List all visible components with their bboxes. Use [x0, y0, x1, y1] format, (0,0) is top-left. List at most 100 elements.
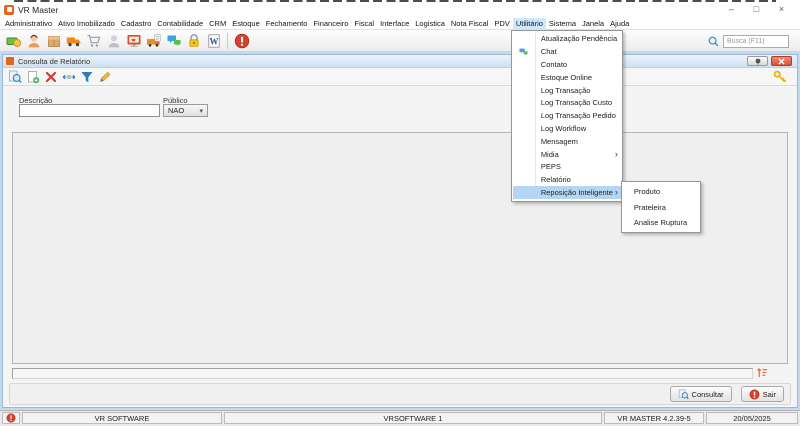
menu-item-log-workflow[interactable]: Log Workflow [513, 122, 621, 135]
chat-icon [518, 47, 529, 57]
permissions-button[interactable] [772, 69, 787, 84]
maximize-button[interactable]: □ [744, 3, 769, 16]
pos-cart-icon [126, 33, 142, 49]
menu-financeiro[interactable]: Financeiro [310, 18, 351, 29]
exit-icon [749, 389, 760, 400]
menu-estoque[interactable]: Estoque [229, 18, 263, 29]
exit-toolbar-button[interactable] [233, 33, 250, 50]
delete-record-button[interactable] [43, 69, 58, 84]
app-window: VR Master – □ × Administrativo Ativo Imo… [0, 0, 800, 426]
menu-sistema[interactable]: Sistema [546, 18, 579, 29]
menu-contabilidade[interactable]: Contabilidade [154, 18, 206, 29]
user-icon [106, 33, 122, 49]
menu-ativo-imobilizado[interactable]: Ativo Imobilizado [55, 18, 118, 29]
consultar-button[interactable]: Consultar [670, 386, 732, 402]
filter-icon [80, 70, 94, 84]
lock-icon [186, 33, 202, 49]
menu-interface[interactable]: Interface [377, 18, 412, 29]
status-store: VRSOFTWARE 1 [224, 412, 602, 424]
submenu-arrow-icon: › [615, 149, 618, 159]
menu-ajuda[interactable]: Ajuda [607, 18, 632, 29]
publico-select[interactable]: NAO ▾ [163, 104, 208, 117]
status-company: VR SOFTWARE [22, 412, 222, 424]
menu-item-log-transacao[interactable]: Log Transação [513, 84, 621, 97]
descricao-input[interactable] [19, 104, 160, 117]
edit-button[interactable] [97, 69, 112, 84]
purchase-toolbar-button[interactable] [85, 33, 102, 50]
new-record-button[interactable] [25, 69, 40, 84]
menu-item-log-transacao-custo[interactable]: Log Transação Custo [513, 96, 621, 109]
menu-item-log-transacao-pedido[interactable]: Log Transação Pedido [513, 109, 621, 122]
money-icon [6, 33, 22, 49]
minimize-button[interactable]: – [719, 3, 744, 16]
submenu-item-analise-ruptura[interactable]: Analise Ruptura [622, 215, 700, 230]
menu-administrativo[interactable]: Administrativo [2, 18, 55, 29]
menu-cadastro[interactable]: Cadastro [118, 18, 154, 29]
supplier-toolbar-button[interactable] [65, 33, 82, 50]
submenu-item-produto[interactable]: Produto [622, 184, 700, 199]
security-toolbar-button[interactable] [185, 33, 202, 50]
menu-crm[interactable]: CRM [206, 18, 229, 29]
menu-item-relatorio[interactable]: Relatório [513, 173, 621, 186]
user-toolbar-button[interactable] [105, 33, 122, 50]
menu-item-mensagem[interactable]: Mensagem [513, 135, 621, 148]
status-date: 20/05/2025 [706, 412, 798, 424]
global-search [707, 35, 789, 48]
shipping-toolbar-button[interactable] [145, 33, 162, 50]
chat-toolbar-button[interactable] [165, 33, 182, 50]
key-icon [773, 70, 787, 84]
product-toolbar-button[interactable] [45, 33, 62, 50]
menu-item-peps[interactable]: PEPS [513, 160, 621, 173]
report-window-titlebar: Consulta de Relatório [3, 55, 797, 68]
menubar: Administrativo Ativo Imobilizado Cadastr… [0, 17, 800, 30]
sort-icon-wrap[interactable] [756, 366, 769, 379]
new-doc-icon [26, 70, 40, 84]
menu-fiscal[interactable]: Fiscal [351, 18, 377, 29]
footer-button-bar: Consultar Sair [9, 383, 791, 405]
submenu-arrow-icon: › [615, 187, 618, 197]
menu-item-atualizacao-pendencia[interactable]: Atualização Pendência [513, 33, 621, 46]
pos-toolbar-button[interactable] [125, 33, 142, 50]
menu-item-contato[interactable]: Contato [513, 58, 621, 71]
consult-tool-button[interactable] [7, 69, 22, 84]
menu-item-chat[interactable]: Chat [513, 45, 621, 58]
menu-nota-fiscal[interactable]: Nota Fiscal [448, 18, 492, 29]
sair-label: Sair [763, 390, 776, 399]
close-window-button[interactable] [771, 56, 792, 66]
finance-toolbar-button[interactable] [5, 33, 22, 50]
reposicao-submenu: Produto Prateleira Analise Ruptura [621, 181, 701, 233]
menu-janela[interactable]: Janela [579, 18, 607, 29]
menu-pdv[interactable]: PDV [491, 18, 512, 29]
menu-item-midia[interactable]: Midia › [513, 148, 621, 161]
exit-icon [234, 33, 250, 49]
report-window-icon [6, 57, 14, 65]
menu-item-reposicao-label: Reposição Inteligente [541, 188, 613, 197]
submenu-item-prateleira[interactable]: Prateleira [622, 199, 700, 214]
edit-icon [98, 70, 112, 84]
pin-window-button[interactable] [747, 56, 768, 66]
word-export-toolbar-button[interactable]: W [205, 33, 222, 50]
status-icon-cell [2, 412, 20, 424]
menu-logistica[interactable]: Logistica [412, 18, 448, 29]
menu-fechamento[interactable]: Fechamento [263, 18, 311, 29]
toolbar-divider [227, 33, 228, 49]
menu-item-estoque-online[interactable]: Estoque Online [513, 71, 621, 84]
status-version: VR MASTER 4.2.39-5 [604, 412, 704, 424]
statusbar: VR SOFTWARE VRSOFTWARE 1 VR MASTER 4.2.3… [0, 410, 800, 426]
filter-button[interactable] [79, 69, 94, 84]
package-icon [46, 33, 62, 49]
chat-icon [166, 33, 182, 49]
cart-icon [86, 33, 102, 49]
customer-toolbar-button[interactable] [25, 33, 42, 50]
delete-icon [44, 70, 58, 84]
sair-button[interactable]: Sair [741, 386, 784, 402]
search-doc-icon [8, 70, 22, 84]
close-button[interactable]: × [769, 3, 794, 16]
menu-utilitario[interactable]: Utilitário Atualização Pendência Chat Co… [513, 18, 546, 29]
menu-item-reposicao-inteligente[interactable]: Reposição Inteligente › Produto Pratelei… [513, 186, 621, 199]
move-record-button[interactable] [61, 69, 76, 84]
status-exit-icon [6, 413, 16, 423]
consultar-label: Consultar [692, 390, 724, 399]
window-title: VR Master [18, 5, 58, 15]
search-input[interactable] [723, 35, 789, 48]
